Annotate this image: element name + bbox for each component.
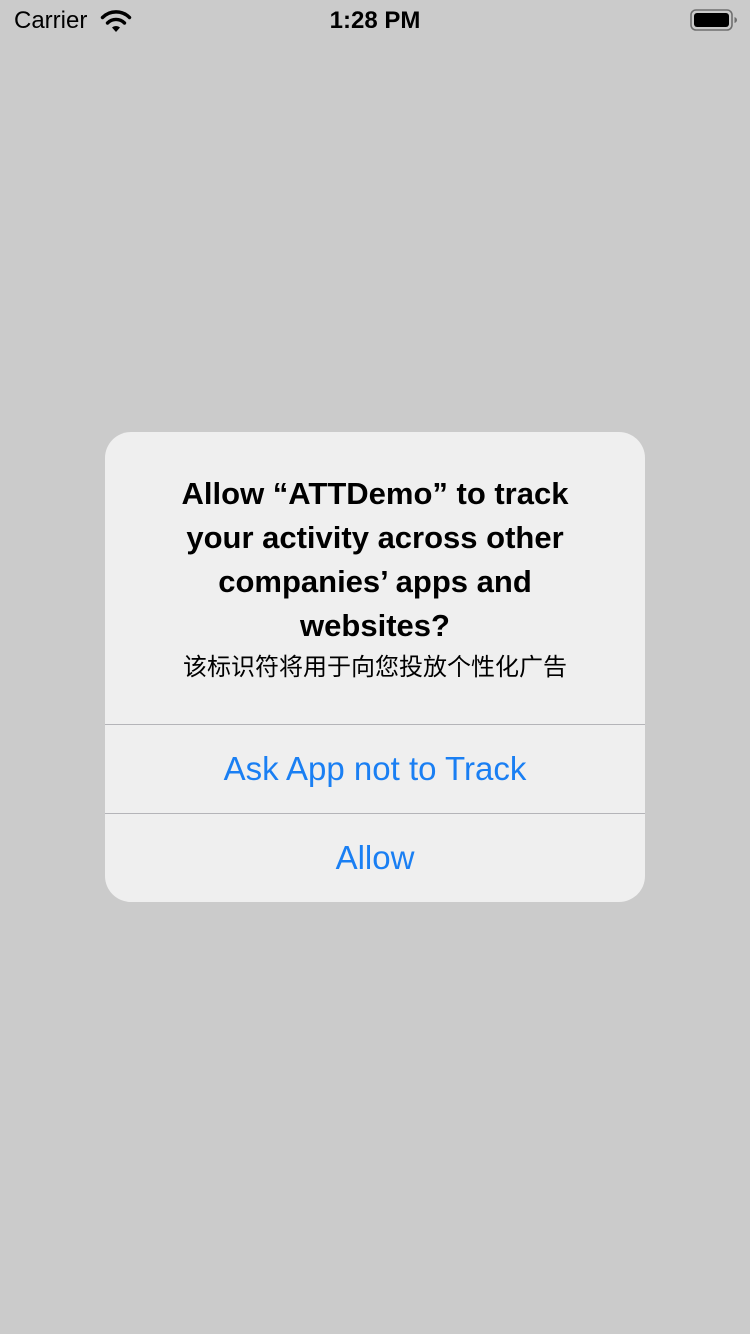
status-time: 1:28 PM: [329, 7, 421, 34]
ask-not-to-track-button[interactable]: Ask App not to Track: [105, 725, 645, 813]
alert-content: Allow “ATTDemo” to track your activity a…: [105, 432, 645, 724]
allow-button[interactable]: Allow: [105, 814, 645, 902]
tracking-permission-alert: Allow “ATTDemo” to track your activity a…: [105, 432, 645, 902]
battery-icon: [690, 9, 737, 31]
status-bar: Carrier 1:28 PM: [0, 0, 750, 40]
alert-message: 该标识符将用于向您投放个性化广告: [183, 653, 567, 681]
alert-title: Allow “ATTDemo” to track your activity a…: [181, 476, 569, 643]
